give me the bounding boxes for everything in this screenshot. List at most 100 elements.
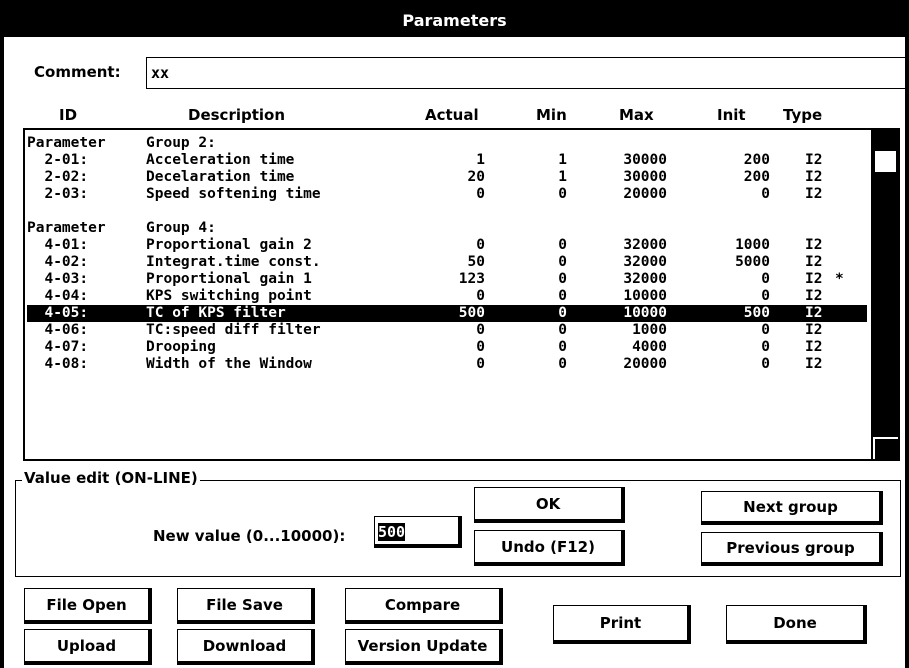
column-header-actual: Actual: [425, 106, 479, 124]
param-max: 30000: [623, 152, 667, 168]
param-min: 0: [558, 356, 567, 372]
table-row[interactable]: 4-04: KPS switching point 0 0 10000 0 I2: [27, 288, 867, 305]
table-row[interactable]: 4-02: Integrat.time const. 50 0 32000 5000 I2: [27, 254, 867, 271]
param-max: 10000: [623, 305, 667, 321]
compare-button[interactable]: Compare: [345, 588, 503, 624]
scroll-down-arrow[interactable]: [873, 437, 898, 459]
param-actual: 0: [476, 237, 485, 253]
previous-group-button[interactable]: Previous group: [701, 532, 883, 566]
param-min: 0: [558, 237, 567, 253]
param-init: 0: [761, 356, 770, 372]
param-description: Drooping: [146, 339, 216, 355]
table-row[interactable]: 2-01: Acceleration time 1 1 30000 200 I2: [27, 152, 867, 169]
param-description: TC of KPS filter: [146, 305, 286, 321]
param-description: Integrat.time const.: [146, 254, 321, 270]
parameters-dialog: Parameters Comment: xx ID Description Ac…: [4, 5, 905, 668]
param-id: 4-06:: [27, 322, 89, 338]
param-init: 5000: [735, 254, 770, 270]
param-actual: 0: [476, 356, 485, 372]
table-row[interactable]: 4-08: Width of the Window 0 0 20000 0 I2: [27, 356, 867, 373]
param-actual: 0: [476, 322, 485, 338]
column-header-type: Type: [783, 106, 823, 124]
param-max: 32000: [623, 254, 667, 270]
param-id: 4-05:: [27, 305, 89, 321]
table-row[interactable]: 4-03: Proportional gain 1 123 0 32000 0 I2 *: [27, 271, 867, 288]
scroll-thumb[interactable]: [875, 151, 896, 172]
param-min: 1: [558, 169, 567, 185]
param-min: 1: [558, 152, 567, 168]
param-description: Proportional gain 2: [146, 237, 312, 253]
param-init: 1000: [735, 237, 770, 253]
undo-button[interactable]: Undo (F12): [474, 530, 625, 566]
param-init: 0: [761, 322, 770, 338]
param-description: Group 4:: [146, 220, 216, 236]
param-min: 0: [558, 186, 567, 202]
upload-button[interactable]: Upload: [24, 629, 152, 665]
table-row[interactable]: 2-02: Decelaration time 20 1 30000 200 I2: [27, 169, 867, 186]
param-actual: 123: [458, 271, 485, 287]
next-group-button[interactable]: Next group: [701, 491, 883, 525]
vertical-scrollbar[interactable]: [871, 130, 898, 459]
column-header-init: Init: [717, 106, 746, 124]
column-header-description: Description: [188, 106, 286, 124]
param-actual: 0: [476, 288, 485, 304]
column-header-max: Max: [619, 106, 654, 124]
param-description: Proportional gain 1: [146, 271, 312, 287]
scroll-up-arrow[interactable]: [875, 130, 898, 150]
file-open-button[interactable]: File Open: [24, 588, 152, 624]
param-id: 4-03:: [27, 271, 89, 287]
table-row[interactable]: Parameter Group 4:: [27, 220, 867, 237]
param-min: 0: [558, 254, 567, 270]
ok-button[interactable]: OK: [474, 487, 625, 523]
table-row-selected[interactable]: 4-05: TC of KPS filter 500 0 10000 500 I2: [27, 305, 867, 322]
download-button[interactable]: Download: [177, 629, 315, 665]
param-min: 0: [558, 339, 567, 355]
param-type: I2: [805, 254, 823, 270]
print-button[interactable]: Print: [553, 605, 691, 644]
param-type: I2: [805, 305, 823, 321]
column-header-id: ID: [59, 106, 78, 124]
param-max: 20000: [623, 186, 667, 202]
param-description: Decelaration time: [146, 169, 295, 185]
param-init: 200: [743, 169, 770, 185]
modified-mark: *: [835, 271, 844, 287]
param-description: Speed softening time: [146, 186, 321, 202]
comment-field[interactable]: xx: [146, 57, 905, 89]
param-description: Acceleration time: [146, 152, 295, 168]
new-value-input[interactable]: 500: [374, 516, 462, 548]
version-update-button[interactable]: Version Update: [345, 629, 503, 665]
param-max: 32000: [623, 237, 667, 253]
table-row[interactable]: 4-01: Proportional gain 2 0 0 32000 1000 I2: [27, 237, 867, 254]
param-actual: 0: [476, 186, 485, 202]
param-type: I2: [805, 356, 823, 372]
param-description: Group 2:: [146, 135, 216, 151]
param-description: KPS switching point: [146, 288, 312, 304]
file-save-button[interactable]: File Save: [177, 588, 315, 624]
comment-label: Comment:: [34, 63, 121, 81]
table-row[interactable]: 4-06: TC:speed diff filter 0 0 1000 0 I2: [27, 322, 867, 339]
param-init: 0: [761, 339, 770, 355]
param-type: I2: [805, 288, 823, 304]
param-id: Parameter: [27, 135, 106, 151]
param-min: 0: [558, 305, 567, 321]
param-max: 32000: [623, 271, 667, 287]
table-row[interactable]: 4-07: Drooping 0 0 4000 0 I2: [27, 339, 867, 356]
table-row[interactable]: 2-03: Speed softening time 0 0 20000 0 I2: [27, 186, 867, 203]
param-id: 2-03:: [27, 186, 89, 202]
parameter-rows: Parameter Group 2: 2-01: Acceleration time…: [27, 135, 867, 373]
param-min: 0: [558, 271, 567, 287]
param-actual: 1: [476, 152, 485, 168]
table-row[interactable]: [27, 203, 867, 220]
table-row[interactable]: Parameter Group 2:: [27, 135, 867, 152]
param-id: 4-04:: [27, 288, 89, 304]
done-button[interactable]: Done: [726, 605, 867, 644]
new-value-text: 500: [378, 523, 406, 541]
parameter-list[interactable]: Parameter Group 2: 2-01: Acceleration time…: [23, 128, 900, 461]
param-id: Parameter: [27, 220, 106, 236]
param-id: 2-01:: [27, 152, 89, 168]
value-edit-legend: Value edit (ON-LINE): [22, 469, 200, 487]
param-init: 200: [743, 152, 770, 168]
window-title: Parameters: [4, 5, 905, 37]
param-id: 2-02:: [27, 169, 89, 185]
param-type: I2: [805, 169, 823, 185]
